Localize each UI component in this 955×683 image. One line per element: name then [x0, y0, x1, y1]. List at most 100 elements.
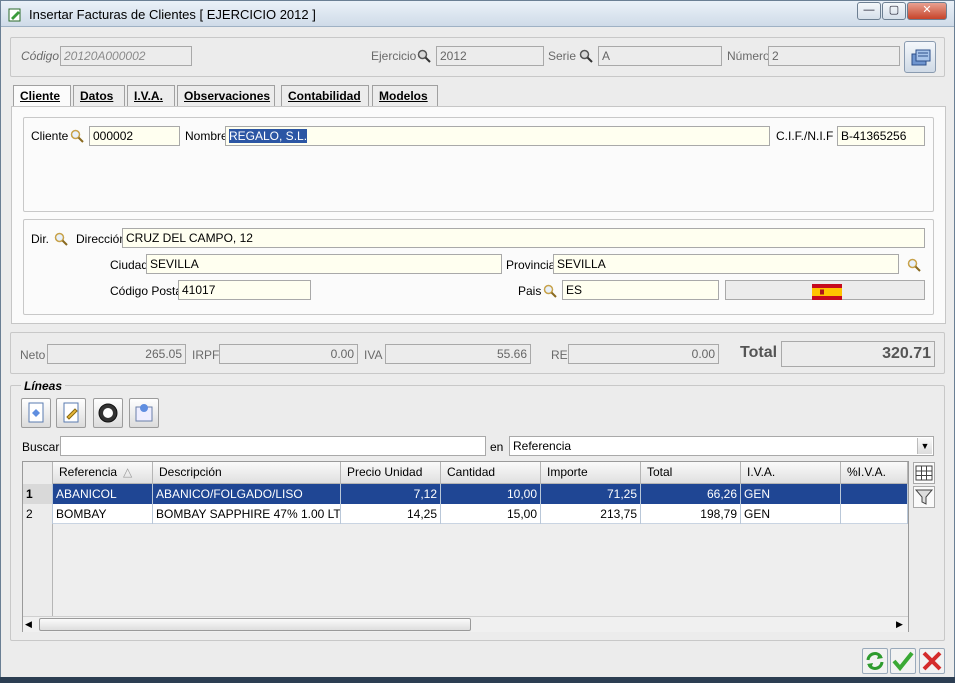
tab-iva[interactable]: I.V.A.: [127, 85, 175, 107]
col-header-precio[interactable]: Precio Unidad: [341, 462, 441, 484]
spain-flag-icon: [812, 284, 842, 300]
cell-precio[interactable]: 7,12: [341, 484, 441, 504]
column-chooser-button[interactable]: [913, 462, 935, 484]
ciudad-field[interactable]: SEVILLA: [146, 254, 502, 274]
add-line-button[interactable]: [21, 398, 51, 428]
cell-iva[interactable]: GEN: [741, 504, 841, 524]
col-header-referencia[interactable]: Referencia △: [53, 462, 153, 484]
col-header-cantidad[interactable]: Cantidad: [441, 462, 541, 484]
cell-referencia[interactable]: ABANICOL: [53, 484, 153, 504]
serie-search-icon[interactable]: [579, 49, 593, 63]
ejercicio-field[interactable]: 2012: [436, 46, 544, 66]
en-label: en: [490, 440, 504, 454]
minimize-button[interactable]: —: [857, 2, 881, 20]
scrollbar-thumb[interactable]: [39, 618, 471, 631]
edit-line-button[interactable]: [56, 398, 86, 428]
direccion-search-icon[interactable]: [54, 232, 68, 246]
tab-modelos[interactable]: Modelos: [372, 85, 438, 107]
provincia-field[interactable]: SEVILLA: [553, 254, 899, 274]
irpf-field[interactable]: 0.00: [219, 344, 358, 364]
new-document-icon: [28, 402, 44, 423]
col-header-total[interactable]: Total: [641, 462, 741, 484]
cell-importe[interactable]: 213,75: [541, 504, 641, 524]
cell-cantidad[interactable]: 10,00: [441, 484, 541, 504]
codigo-field[interactable]: 20120A000002: [60, 46, 192, 66]
col-header-piva[interactable]: %I.V.A.: [841, 462, 908, 484]
maximize-button[interactable]: ▢: [882, 2, 906, 20]
serie-field[interactable]: A: [598, 46, 722, 66]
view-line-button[interactable]: [129, 398, 159, 428]
accept-button[interactable]: [890, 648, 916, 674]
cell-cantidad[interactable]: 15,00: [441, 504, 541, 524]
cliente-label: Cliente: [31, 129, 69, 143]
taskbar: [0, 677, 955, 683]
pais-search-icon[interactable]: [543, 284, 557, 298]
direccion-label: Dirección: [76, 232, 127, 246]
provincia-label: Provincia: [506, 258, 556, 272]
scroll-left-icon[interactable]: ◀: [25, 619, 32, 630]
ejercicio-search-icon[interactable]: [417, 49, 431, 63]
tab-datos[interactable]: Datos: [73, 85, 125, 107]
iva-field[interactable]: 55.66: [385, 344, 531, 364]
cliente-field[interactable]: 000002: [89, 126, 180, 146]
cell-descripcion[interactable]: ABANICO/FOLGADO/LISO: [153, 484, 341, 504]
en-select-value: Referencia: [513, 439, 572, 453]
row-number: 1: [23, 484, 53, 504]
pais-field[interactable]: ES: [562, 280, 719, 300]
total-field[interactable]: 320.71: [781, 341, 935, 367]
nombre-selected-text: REGALO, S.L.: [229, 129, 308, 143]
edit-document-icon: [63, 402, 79, 423]
col-header-descripcion[interactable]: Descripción: [153, 462, 341, 484]
refresh-button[interactable]: [862, 648, 888, 674]
window: Insertar Facturas de Clientes [ EJERCICI…: [0, 0, 955, 678]
cp-field[interactable]: 41017: [178, 280, 311, 300]
provincia-search-icon[interactable]: [907, 258, 921, 272]
numero-field[interactable]: 2: [768, 46, 900, 66]
neto-label: Neto: [20, 348, 46, 362]
cif-field[interactable]: B-41365256: [837, 126, 925, 146]
cell-descripcion[interactable]: BOMBAY SAPPHIRE 47% 1.00 LTR: [153, 504, 341, 524]
table-row[interactable]: 2 BOMBAY BOMBAY SAPPHIRE 47% 1.00 LTR 14…: [23, 504, 908, 524]
chevron-down-icon[interactable]: ▼: [917, 438, 932, 454]
scroll-right-icon[interactable]: ▶: [896, 619, 903, 630]
cell-piva[interactable]: [841, 484, 908, 504]
col-header-iva[interactable]: I.V.A.: [741, 462, 841, 484]
print-button[interactable]: [904, 41, 936, 73]
tab-observaciones[interactable]: Observaciones: [177, 85, 275, 107]
cell-importe[interactable]: 71,25: [541, 484, 641, 504]
table-row[interactable]: 1 ABANICOL ABANICO/FOLGADO/LISO 7,12 10,…: [23, 484, 908, 504]
tab-cliente[interactable]: Cliente: [13, 85, 71, 108]
cell-total[interactable]: 66,26: [641, 484, 741, 504]
cell-piva[interactable]: [841, 504, 908, 524]
cell-precio[interactable]: 14,25: [341, 504, 441, 524]
filter-button[interactable]: [913, 486, 935, 508]
en-select[interactable]: Referencia ▼: [509, 436, 934, 456]
close-button[interactable]: ✕: [907, 2, 947, 20]
pais-label: Pais: [518, 284, 542, 298]
total-label: Total: [740, 344, 778, 361]
cancel-button[interactable]: [919, 648, 945, 674]
cell-referencia[interactable]: BOMBAY: [53, 504, 153, 524]
cliente-search-icon[interactable]: [70, 129, 84, 143]
col-header-importe[interactable]: Importe: [541, 462, 641, 484]
ciudad-label: Ciudad: [110, 258, 149, 272]
direccion-field[interactable]: CRUZ DEL CAMPO, 12: [122, 228, 925, 248]
delete-circle-icon: [98, 403, 118, 423]
iva-label: IVA: [364, 348, 383, 362]
dir-label: Dir.: [31, 232, 49, 246]
neto-field[interactable]: 265.05: [47, 344, 186, 364]
refresh-icon: [866, 652, 884, 670]
buscar-input[interactable]: [60, 436, 486, 456]
cell-total[interactable]: 198,79: [641, 504, 741, 524]
ejercicio-label: Ejercicio: [371, 49, 417, 63]
title-bar[interactable]: Insertar Facturas de Clientes [ EJERCICI…: [1, 1, 954, 27]
cell-iva[interactable]: GEN: [741, 484, 841, 504]
sort-ascending-icon: △: [123, 465, 133, 479]
re-field[interactable]: 0.00: [568, 344, 719, 364]
nombre-field[interactable]: REGALO, S.L.: [225, 126, 770, 146]
horizontal-scrollbar[interactable]: ◀ ▶: [23, 616, 908, 632]
delete-line-button[interactable]: [93, 398, 123, 428]
numero-label: Número: [727, 49, 770, 63]
tab-contabilidad[interactable]: Contabilidad: [281, 85, 369, 107]
cancel-x-icon: [922, 651, 942, 671]
